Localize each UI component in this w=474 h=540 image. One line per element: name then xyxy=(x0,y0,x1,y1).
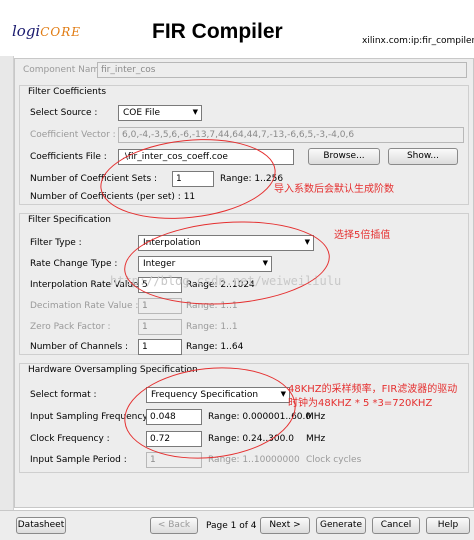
wizard-footer: Datasheet < Back Page 1 of 4 Next > Gene… xyxy=(0,510,474,540)
logo-main-text: logi xyxy=(12,22,41,40)
coeff-file-label: Coefficients File : xyxy=(30,152,107,162)
header: logiCORE FIR Compiler xilinx.com:ip:fir_… xyxy=(0,0,474,56)
back-button[interactable]: < Back xyxy=(150,517,198,534)
component-name-field[interactable]: fir_inter_cos xyxy=(97,62,467,78)
num-channels-label: Number of Channels : xyxy=(30,342,129,352)
browse-button[interactable]: Browse... xyxy=(308,148,380,165)
select-source-combo[interactable]: COE File ▼ xyxy=(118,105,202,121)
select-format-label: Select format : xyxy=(30,390,97,400)
zero-pack-field[interactable]: 1 xyxy=(138,319,182,335)
annotation-note-coeff: 导入系数后会默认生成阶数 xyxy=(274,184,394,195)
rate-change-label: Rate Change Type : xyxy=(30,259,118,269)
generate-button[interactable]: Generate xyxy=(316,517,366,534)
datasheet-button[interactable]: Datasheet xyxy=(16,517,66,534)
component-name-label: Component Name xyxy=(23,65,105,75)
coeff-vector-label: Coefficient Vector : xyxy=(30,130,116,140)
select-source-value: COE File xyxy=(123,108,160,118)
logo-core-text: CORE xyxy=(40,25,82,39)
filter-spec-title: Filter Specification xyxy=(28,215,111,225)
cancel-button[interactable]: Cancel xyxy=(372,517,420,534)
show-button[interactable]: Show... xyxy=(388,148,458,165)
input-freq-unit: MHz xyxy=(306,412,326,422)
page-indicator: Page 1 of 4 xyxy=(206,521,257,531)
num-channels-field[interactable]: 1 xyxy=(138,339,182,355)
sample-period-unit: Clock cycles xyxy=(306,455,362,465)
hw-oversampling-title: Hardware Oversampling Specification xyxy=(28,365,198,375)
filter-coefficients-title: Filter Coefficients xyxy=(28,87,107,97)
sample-period-label: Input Sample Period : xyxy=(30,455,127,465)
decim-rate-label: Decimation Rate Value : xyxy=(30,301,139,311)
zero-pack-range: Range: 1..1 xyxy=(186,322,238,332)
select-source-label: Select Source : xyxy=(30,108,98,118)
filter-type-label: Filter Type : xyxy=(30,238,82,248)
next-button[interactable]: Next > xyxy=(260,517,310,534)
chevron-down-icon: ▼ xyxy=(192,108,198,116)
clock-freq-label: Clock Frequency : xyxy=(30,434,110,444)
zero-pack-label: Zero Pack Factor : xyxy=(30,322,111,332)
annotation-note-freq-line1: 48KHZ的采样频率，FIR滤波器的驱动 xyxy=(288,384,458,395)
help-button[interactable]: Help xyxy=(426,517,470,534)
annotation-note-freq-line2: 时钟为48KHZ * 5 *3=720KHZ xyxy=(288,398,433,409)
annotation-note-interp: 选择5倍插值 xyxy=(334,230,391,241)
page-title: FIR Compiler xyxy=(152,20,283,43)
ip-vlnv: xilinx.com:ip:fir_compiler:5. xyxy=(362,36,474,46)
num-channels-range: Range: 1..64 xyxy=(186,342,244,352)
coeff-vector-field[interactable]: 6,0,-4,-3,5,6,-6,-13,7,44,64,44,7,-13,-6… xyxy=(118,127,464,143)
left-scroll-strip xyxy=(0,56,14,510)
clock-freq-unit: MHz xyxy=(306,434,326,444)
logicore-logo: logiCORE xyxy=(12,22,81,40)
